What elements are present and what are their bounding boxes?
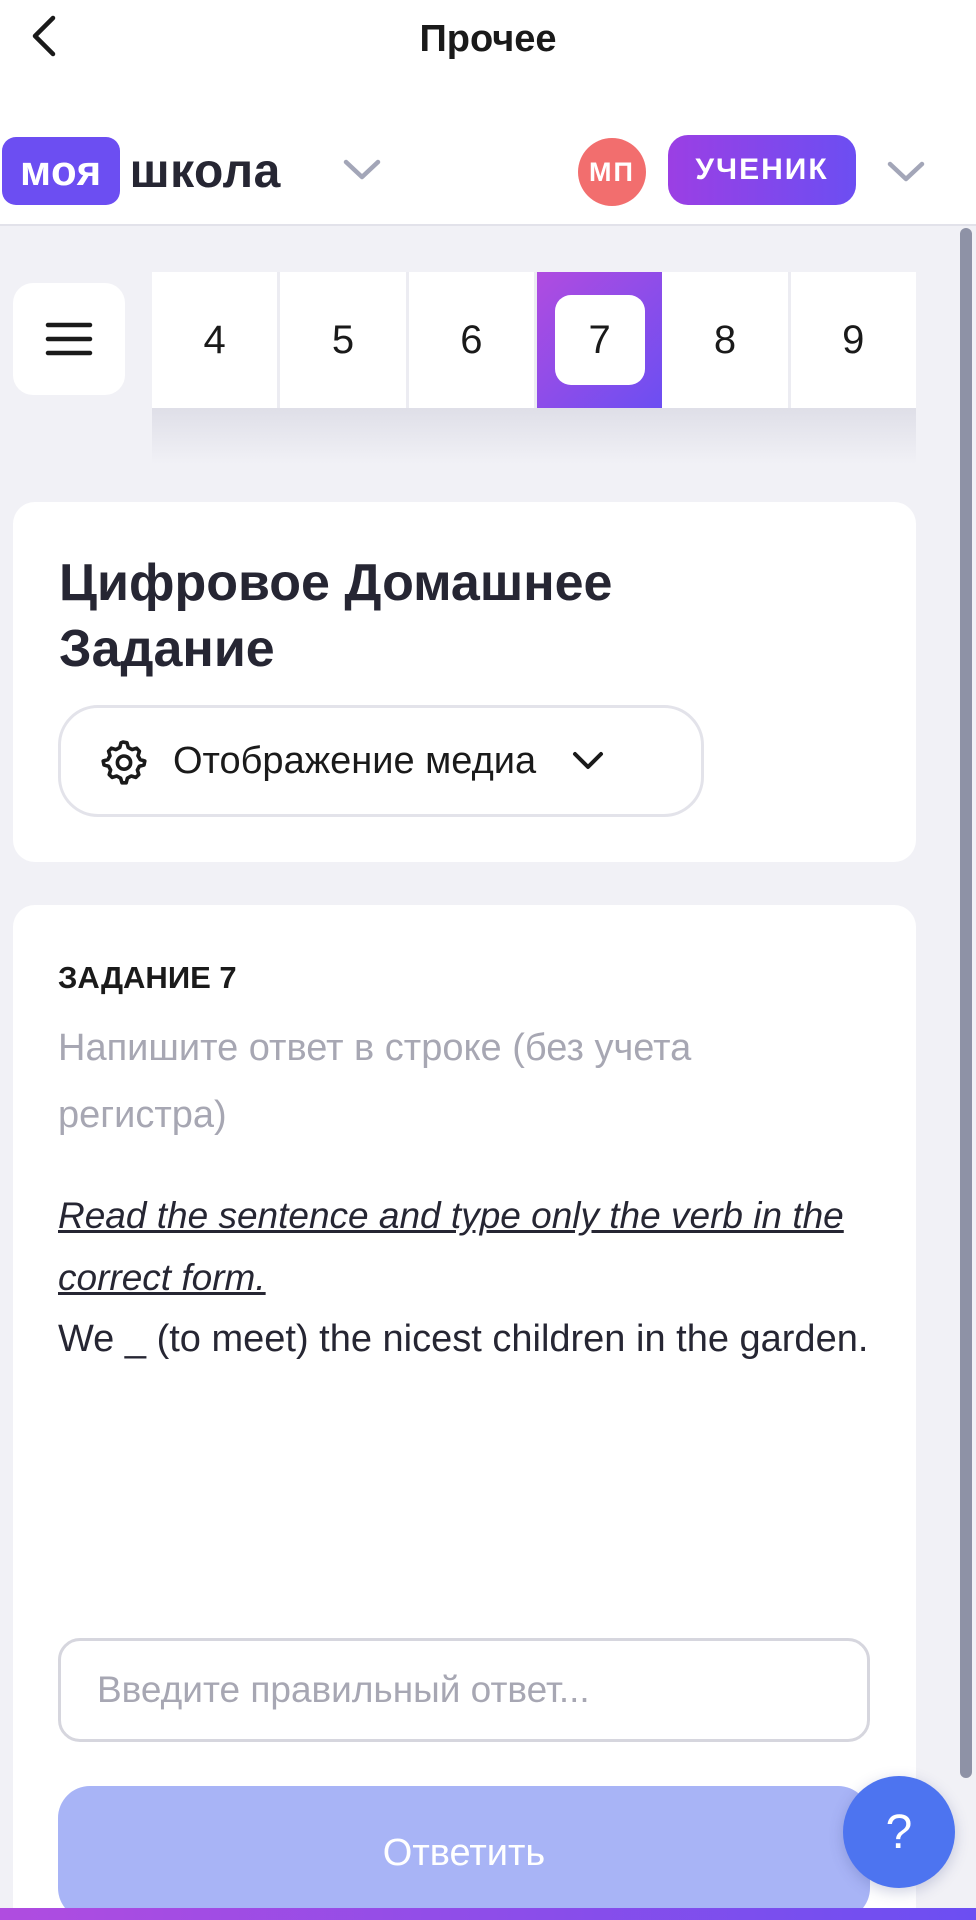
- answer-input[interactable]: [58, 1638, 870, 1742]
- avatar[interactable]: МП: [578, 138, 646, 206]
- task-instruction: Read the sentence and type only the verb…: [58, 1195, 844, 1298]
- chevron-down-icon: [573, 752, 604, 769]
- tab-label: 9: [842, 317, 865, 362]
- user-menu-chevron-icon[interactable]: [886, 160, 926, 184]
- tab-task-8[interactable]: 8: [662, 272, 791, 408]
- tab-task-4[interactable]: 4: [152, 272, 281, 408]
- help-button[interactable]: ?: [843, 1776, 955, 1888]
- logo-moya: моя: [2, 137, 120, 205]
- tab-task-7[interactable]: 7: [536, 272, 663, 408]
- chevron-down-icon[interactable]: [342, 158, 382, 182]
- task-sentence: We _ (to meet) the nicest children in th…: [58, 1318, 869, 1360]
- bottom-accent-bar: [0, 1908, 976, 1920]
- tab-label: 7: [554, 295, 645, 385]
- tab-task-9[interactable]: 9: [791, 272, 916, 408]
- submit-answer-button[interactable]: Ответить: [58, 1786, 870, 1920]
- media-display-dropdown[interactable]: Отображение медиа: [58, 705, 704, 817]
- page-nav-title: Прочее: [419, 18, 557, 60]
- role-badge[interactable]: УЧЕНИК: [668, 135, 856, 205]
- logo-shkola: школа: [129, 144, 281, 198]
- help-icon: ?: [885, 1805, 913, 1859]
- page-title: Цифровое Домашнее Задание: [59, 554, 613, 678]
- tab-label: 4: [203, 317, 226, 362]
- task-card: ЗАДАНИЕ 7 Напишите ответ в строке (без у…: [13, 905, 916, 1920]
- task-hint: Напишите ответ в строке (без учета регис…: [58, 1027, 692, 1136]
- top-nav: Прочее: [0, 0, 976, 80]
- hamburger-icon: [45, 322, 93, 356]
- tab-task-5[interactable]: 5: [280, 272, 409, 408]
- tab-label: 6: [460, 317, 483, 362]
- tab-label: 8: [713, 317, 737, 362]
- media-dropdown-label: Отображение медиа: [173, 739, 537, 782]
- gear-icon: [101, 740, 147, 785]
- tabs-shadow: [152, 408, 916, 464]
- task-number-tabs: 4 5 6 7 8 9: [152, 272, 916, 408]
- logo[interactable]: моя школа: [2, 136, 281, 206]
- school-header: моя школа МП УЧЕНИК: [0, 80, 976, 226]
- task-number-label: ЗАДАНИЕ 7: [58, 960, 237, 995]
- title-card: Цифровое Домашнее Задание Отображение ме…: [13, 502, 916, 862]
- tab-label: 5: [331, 317, 355, 362]
- scrollbar[interactable]: [960, 228, 972, 1778]
- menu-button[interactable]: [13, 283, 125, 395]
- tab-task-6[interactable]: 6: [409, 272, 537, 408]
